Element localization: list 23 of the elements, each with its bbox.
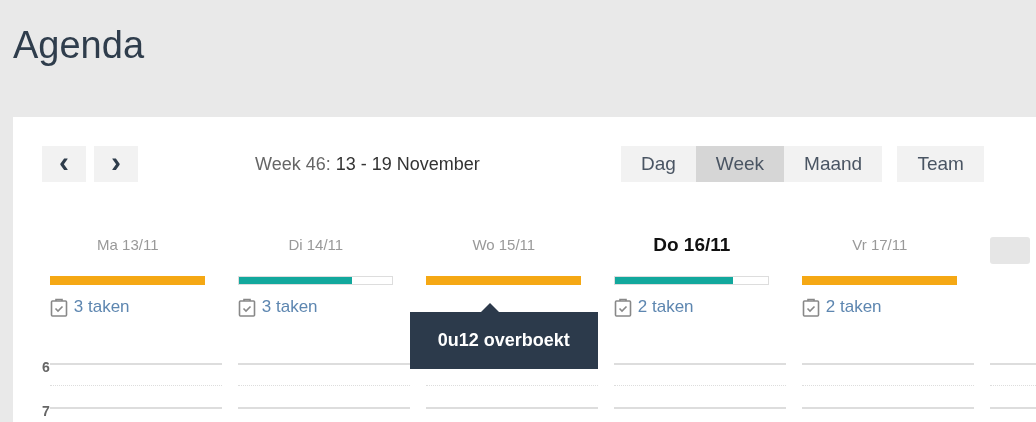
clipboard-icon xyxy=(801,297,820,317)
tasks-link[interactable]: 2 taken xyxy=(825,297,882,317)
day-label: Vr 17/11 xyxy=(852,236,908,253)
day-label: Di 14/11 xyxy=(288,236,344,253)
tasks-link[interactable]: 2 taken xyxy=(637,297,694,317)
previous-button[interactable]: ‹ xyxy=(42,146,86,182)
clipboard-icon xyxy=(237,297,256,317)
day-label: Ma 13/11 xyxy=(97,236,159,253)
collapsed-day-header[interactable] xyxy=(989,236,1030,264)
day-label: Wo 15/11 xyxy=(472,236,536,253)
week-range: Week 46: 13 - 19 November xyxy=(255,153,481,175)
hour-label: 6 xyxy=(42,359,50,375)
view-tab[interactable]: Week xyxy=(695,146,785,182)
clipboard-icon xyxy=(613,297,632,317)
next-button[interactable]: › xyxy=(94,146,138,182)
day-label: Do 16/11 xyxy=(653,234,731,255)
hour-label: 7 xyxy=(42,403,50,419)
tooltip-pointer-icon xyxy=(479,303,500,313)
tasks-link[interactable]: 3 taken xyxy=(261,297,318,317)
page-title: Agenda xyxy=(12,23,145,68)
tasks-link[interactable]: 3 taken xyxy=(73,297,130,317)
clipboard-icon xyxy=(49,297,68,317)
team-button[interactable]: Team xyxy=(897,146,985,182)
